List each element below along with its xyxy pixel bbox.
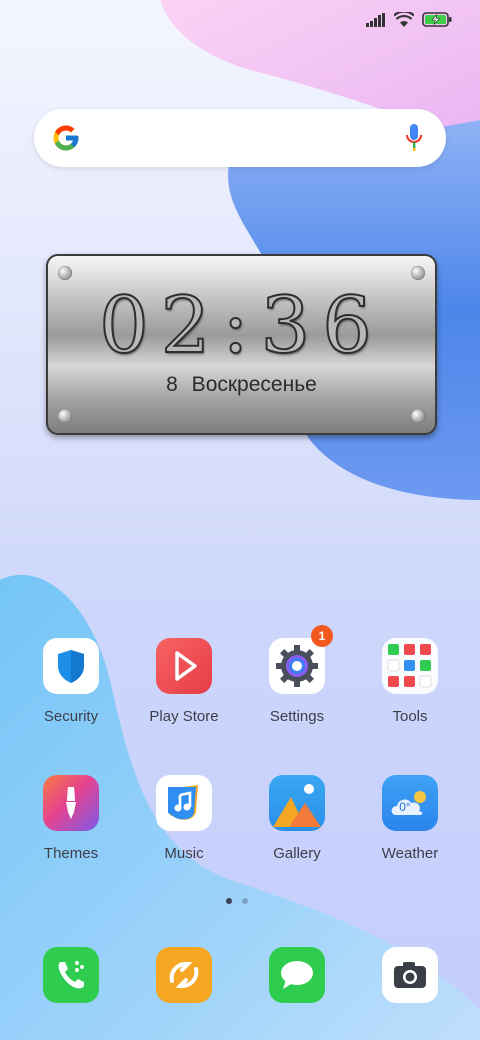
screw-icon xyxy=(411,266,425,280)
google-search-bar[interactable] xyxy=(34,109,446,167)
camera-icon xyxy=(382,947,438,1003)
app-label: Gallery xyxy=(273,845,321,862)
notification-badge: 1 xyxy=(311,625,333,647)
dock-mi-app[interactable] xyxy=(156,947,212,1003)
app-music[interactable]: Music xyxy=(129,775,239,862)
google-logo-icon xyxy=(51,123,81,158)
clock-time: 02:36 xyxy=(98,281,384,371)
dock-messages[interactable] xyxy=(269,947,325,1003)
app-play-store[interactable]: Play Store xyxy=(129,638,239,725)
app-security[interactable]: Security xyxy=(16,638,126,725)
gear-icon: 1 xyxy=(269,625,333,694)
weather-icon: 0° xyxy=(382,775,438,831)
screw-icon xyxy=(58,409,72,423)
app-gallery[interactable]: Gallery xyxy=(242,775,352,862)
app-settings[interactable]: 1 Settings xyxy=(242,625,352,725)
screw-icon xyxy=(411,409,425,423)
app-label: Themes xyxy=(43,845,99,862)
message-icon xyxy=(269,947,325,1003)
music-note-icon xyxy=(156,775,212,831)
microphone-icon[interactable] xyxy=(404,123,424,158)
app-themes[interactable]: Themes xyxy=(16,775,126,862)
tools-folder-icon xyxy=(382,638,438,694)
clock-widget[interactable]: 02:36 8 Воскресенье xyxy=(46,254,437,435)
folder-tools[interactable]: Tools xyxy=(355,638,465,725)
phone-icon xyxy=(43,947,99,1003)
page-dot xyxy=(242,898,248,904)
mi-app-icon xyxy=(156,947,212,1003)
shield-icon xyxy=(43,638,99,694)
app-label: Tools xyxy=(392,708,428,725)
weather-temperature: 0° xyxy=(399,800,411,814)
app-label: Weather xyxy=(381,845,439,862)
paintbrush-icon xyxy=(43,775,99,831)
page-dot-active xyxy=(226,898,232,904)
dock-camera[interactable] xyxy=(382,947,438,1003)
clock-date: 8 Воскресенье xyxy=(166,373,317,396)
dock-phone[interactable] xyxy=(43,947,99,1003)
app-label: Settings xyxy=(269,708,325,725)
signal-icon xyxy=(366,12,386,32)
page-indicator xyxy=(226,898,248,904)
app-label: Music xyxy=(164,845,204,862)
battery-charging-icon xyxy=(422,12,452,32)
screw-icon xyxy=(58,266,72,280)
play-triangle-icon xyxy=(156,638,212,694)
mountains-icon xyxy=(269,775,325,831)
app-weather[interactable]: 0° Weather xyxy=(355,775,465,862)
status-bar xyxy=(0,0,480,44)
app-label: Play Store xyxy=(149,708,219,725)
app-label: Security xyxy=(43,708,99,725)
wifi-icon xyxy=(393,10,415,32)
